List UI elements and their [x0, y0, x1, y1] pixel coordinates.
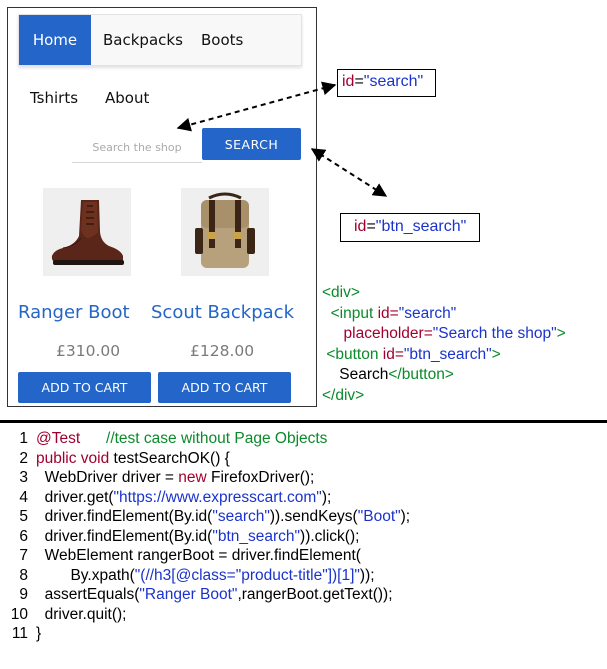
- divider: [0, 420, 607, 423]
- html-snippet: <div> <input id="search" placeholder="Se…: [322, 284, 566, 404]
- test-code: 1 @Test //test case without Page Objects …: [10, 430, 411, 642]
- callout-value: "btn_search": [375, 218, 467, 235]
- search-arrow: [176, 81, 337, 132]
- callout-attr: id: [354, 218, 367, 235]
- callout-value: "search": [363, 73, 424, 90]
- btn-search-id-callout: id="btn_search": [340, 213, 480, 242]
- btn-search-arrow: [310, 148, 388, 197]
- search-id-callout: id="search": [337, 69, 436, 97]
- callout-attr: id: [342, 73, 355, 90]
